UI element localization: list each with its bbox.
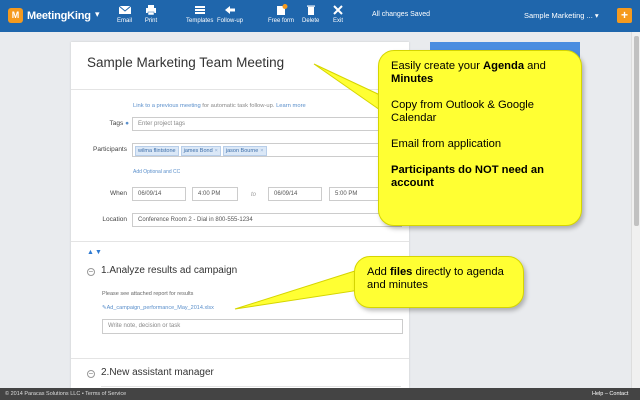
feature-callout: Easily create your Agenda and Minutes Co… xyxy=(378,50,582,226)
callout-line: Email from application xyxy=(391,138,502,150)
callout-line: Easily create your Agenda and Minutes xyxy=(391,60,569,86)
callout-bold-text: Minutes xyxy=(391,73,434,85)
callout-text: Add xyxy=(367,266,391,278)
callout-text: Easily create your xyxy=(391,60,484,72)
callout-pointer xyxy=(234,269,361,310)
callout-bold-text: Agenda xyxy=(483,60,525,72)
copyright[interactable]: © 2014 Paracas Solutions LLC • Terms of … xyxy=(5,391,126,397)
callout-pointer xyxy=(313,63,381,111)
callout-text: and xyxy=(524,60,546,72)
callout-line: Participants do NOT need an account xyxy=(391,164,544,189)
footer: © 2014 Paracas Solutions LLC • Terms of … xyxy=(0,388,640,400)
callout-bold-text: files xyxy=(390,266,413,278)
help-contact-link[interactable]: Help – Contact xyxy=(592,391,628,397)
files-callout: Add files directly to agenda and minutes xyxy=(354,256,524,308)
callout-line: Copy from Outlook & Google Calendar xyxy=(391,99,535,124)
